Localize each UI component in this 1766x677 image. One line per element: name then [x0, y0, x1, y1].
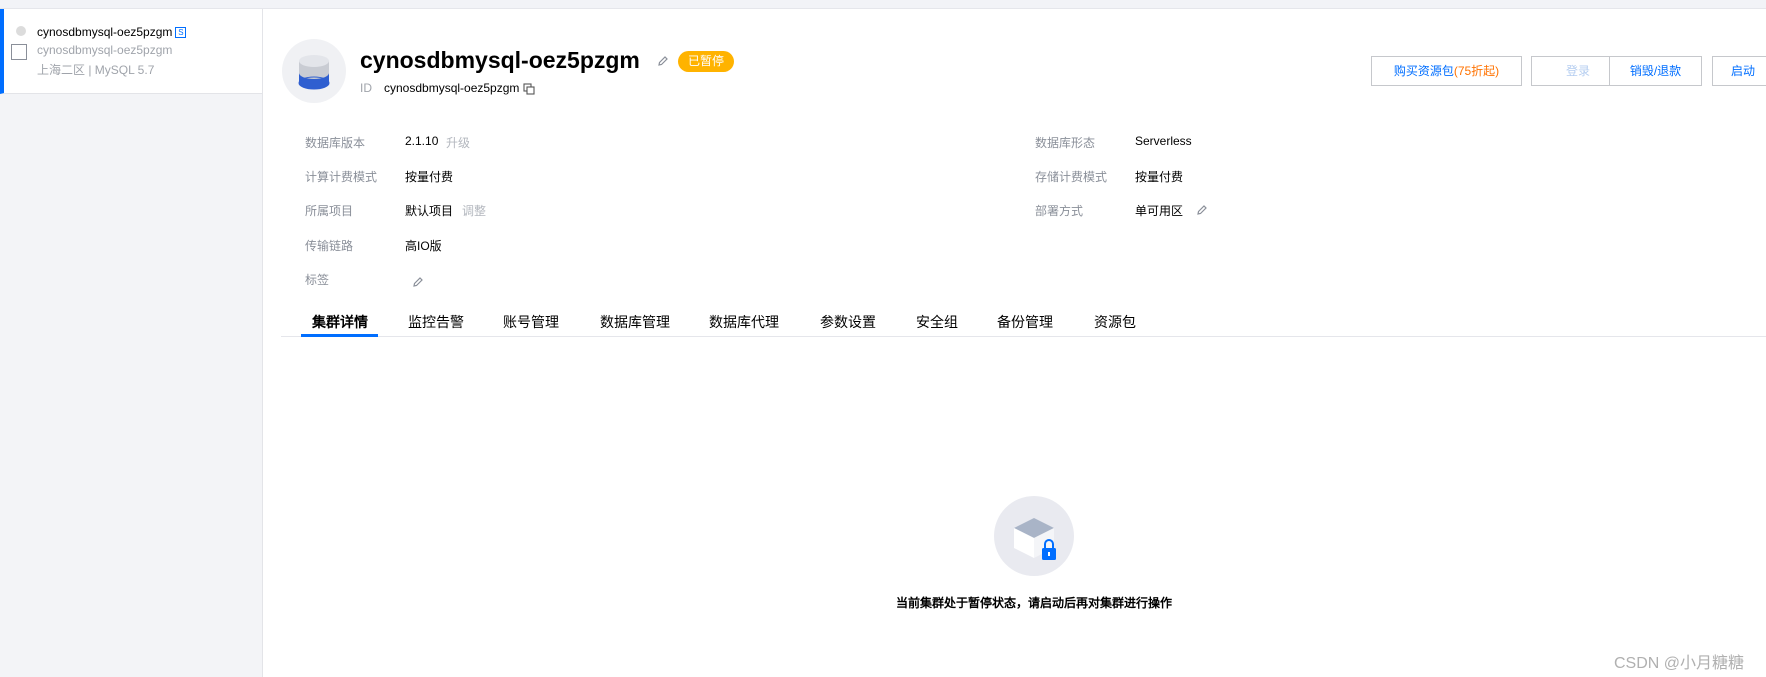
edit-tag-icon[interactable] — [412, 275, 424, 293]
compute-billing-label: 计算计费模式 — [305, 170, 378, 184]
top-strip — [0, 0, 1766, 9]
tab-monitoring-alarm[interactable]: 监控告警 — [408, 312, 464, 332]
storage-billing-value: 按量付费 — [1135, 170, 1184, 184]
tab-security-group[interactable]: 安全组 — [916, 312, 958, 332]
project-label: 所属项目 — [305, 204, 354, 218]
tab-database-management[interactable]: 数据库管理 — [600, 312, 670, 332]
tab-resource-package[interactable]: 资源包 — [1094, 312, 1136, 332]
sidebar-instance-name[interactable]: cynosdbmysql-oez5pzgm S — [37, 25, 187, 39]
active-tab-indicator — [301, 334, 378, 337]
status-dot-icon — [16, 26, 26, 36]
project-value: 默认项目 — [405, 204, 454, 218]
db-form-value: Serverless — [1135, 134, 1192, 148]
destroy-refund-button[interactable]: 销毁/退款 — [1609, 56, 1702, 86]
instance-id-value: cynosdbmysql-oez5pzgm — [384, 81, 520, 95]
instance-checkbox[interactable] — [11, 44, 27, 60]
edit-deploy-icon[interactable] — [1196, 203, 1208, 221]
transport-label: 传输链路 — [305, 239, 354, 253]
tab-cluster-details[interactable]: 集群详情 — [312, 312, 368, 332]
sidebar-instance-card[interactable]: cynosdbmysql-oez5pzgm S cynosdbmysql-oez5… — [0, 9, 262, 94]
tab-parameter-settings[interactable]: 参数设置 — [820, 312, 876, 332]
tab-database-proxy[interactable]: 数据库代理 — [709, 312, 779, 332]
empty-state-message: 当前集群处于暂停状态，请启动后再对集群进行操作 — [895, 596, 1172, 610]
locked-box-icon — [994, 496, 1074, 576]
tab-backup-management[interactable]: 备份管理 — [997, 312, 1053, 332]
database-logo-icon — [282, 39, 346, 103]
watermark: CSDN @小月糖糖 — [1614, 655, 1745, 672]
storage-billing-label: 存储计费模式 — [1035, 170, 1108, 184]
edit-name-icon[interactable] — [657, 54, 669, 72]
sidebar-instance-region: 上海二区 | MySQL 5.7 — [37, 63, 155, 77]
start-button[interactable]: 启动 — [1712, 56, 1766, 86]
db-form-label: 数据库形态 — [1035, 136, 1096, 150]
copy-icon[interactable] — [523, 82, 535, 100]
deploy-label: 部署方式 — [1035, 204, 1084, 218]
db-version-value: 2.1.10 — [405, 134, 439, 148]
page-title: cynosdbmysql-oez5pzgm — [360, 47, 640, 73]
compute-billing-value: 按量付费 — [405, 170, 454, 184]
transport-value: 高IO版 — [405, 239, 442, 253]
deploy-value: 单可用区 — [1135, 204, 1184, 218]
instance-sidebar — [0, 9, 263, 677]
db-version-label: 数据库版本 — [305, 136, 366, 150]
tab-account-management[interactable]: 账号管理 — [503, 312, 559, 332]
adjust-project-link[interactable]: 调整 — [462, 202, 486, 219]
serverless-badge-icon: S — [175, 27, 187, 38]
buy-package-button[interactable]: 购买资源包(75折起) — [1371, 56, 1522, 86]
instance-id-row: ID cynosdbmysql-oez5pzgm — [360, 81, 520, 95]
status-badge: 已暂停 — [678, 51, 735, 72]
upgrade-link[interactable]: 升级 — [446, 134, 470, 151]
sidebar-instance-id: cynosdbmysql-oez5pzgm — [37, 43, 173, 57]
detail-tabs: 集群详情 监控告警 账号管理 数据库管理 数据库代理 参数设置 安全组 备份管理… — [281, 303, 1766, 337]
tag-label: 标签 — [305, 273, 330, 287]
